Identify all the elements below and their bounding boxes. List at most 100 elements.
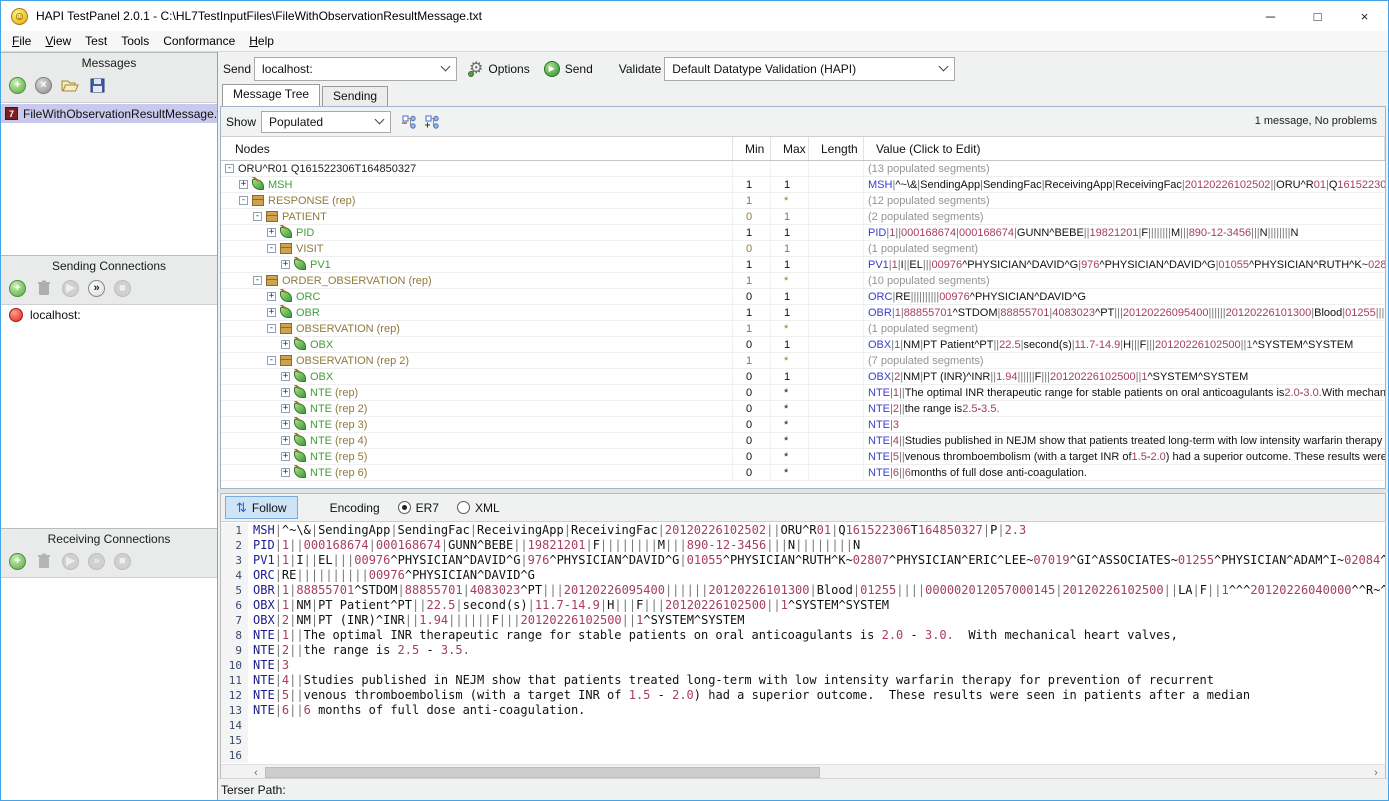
value-cell[interactable]: OBR|1|88855701^STDOM|88855701|4083023^PT… [864,305,1385,320]
tree-row[interactable]: +NTE(rep 4)0*NTE|4||Studies published in… [221,433,1385,449]
column-value[interactable]: Value (Click to Edit) [864,137,1385,160]
tree-toggle[interactable]: + [281,420,290,429]
editor-line[interactable]: 13NTE|6||6 months of full dose anti-coag… [221,703,1385,718]
start-sending-button[interactable]: ▶ [62,280,79,297]
value-cell[interactable]: NTE|2||the range is 2.5 - 3.5. [864,401,1385,416]
column-min[interactable]: Min [733,137,771,160]
line-content[interactable] [248,718,253,733]
editor-line[interactable]: 3PV1|1|I||EL|||00976^PHYSICIAN^DAVID^G|9… [221,553,1385,568]
stop-sending-button[interactable]: ■ [114,280,131,297]
editor-line[interactable]: 8NTE|1||The optimal INR therapeutic rang… [221,628,1385,643]
editor-line[interactable]: 7OBX|2|NM|PT (INR)^INR||1.94||||||F|||20… [221,613,1385,628]
tree-toggle[interactable]: + [267,308,276,317]
add-sending-connection-button[interactable]: + [9,280,26,297]
horizontal-scrollbar[interactable]: ‹ › [221,764,1385,779]
tree-row[interactable]: -VISIT01(1 populated segment) [221,241,1385,257]
tree-toggle[interactable]: + [281,452,290,461]
value-cell[interactable]: (12 populated segments) [864,193,1385,208]
tree-row[interactable]: -ORU^R01 Q161522306T164850327(13 populat… [221,161,1385,177]
editor-line[interactable]: 15 [221,733,1385,748]
tree-toggle[interactable]: - [225,164,234,173]
start-all-receiving-button[interactable]: » [88,553,105,570]
tree-row[interactable]: +PV111PV1|1|I||EL|||00976^PHYSICIAN^DAVI… [221,257,1385,273]
tree-row[interactable]: -ORDER_OBSERVATION(rep)1*(10 populated s… [221,273,1385,289]
editor-line[interactable]: 4ORC|RE||||||||||00976^PHYSICIAN^DAVID^G [221,568,1385,583]
add-message-button[interactable]: + [9,77,26,94]
tree-row[interactable]: -OBSERVATION(rep 2)1*(7 populated segmen… [221,353,1385,369]
start-receiving-button[interactable]: ▶ [62,553,79,570]
tree-toggle[interactable]: - [267,356,276,365]
editor-line[interactable]: 16 [221,748,1385,763]
line-content[interactable]: OBR|1|88855701^STDOM|88855701|4083023^PT… [248,583,1385,598]
line-content[interactable]: OBX|2|NM|PT (INR)^INR||1.94||||||F|||201… [248,613,745,628]
send-play-icon[interactable]: ▶ [544,61,560,77]
value-cell[interactable]: (13 populated segments) [864,161,1385,176]
tree-row[interactable]: -RESPONSE(rep)1*(12 populated segments) [221,193,1385,209]
value-cell[interactable]: (1 populated segment) [864,241,1385,256]
options-button[interactable]: Options [488,62,529,76]
tree-toggle[interactable]: - [253,276,262,285]
close-message-button[interactable]: × [35,77,52,94]
options-gear-icon[interactable]: ⚙ [469,61,483,77]
column-max[interactable]: Max [771,137,809,160]
encoding-xml-option[interactable]: XML [457,501,500,515]
tree-toggle[interactable]: + [281,436,290,445]
scrollbar-thumb[interactable] [265,767,820,778]
collapse-all-button[interactable] [400,113,418,131]
editor-line[interactable]: 1MSH|^~\&|SendingApp|SendingFac|Receivin… [221,523,1385,538]
line-content[interactable]: NTE|6||6 months of full dose anti-coagul… [248,703,585,718]
value-cell[interactable]: ORC|RE||||||||||00976^PHYSICIAN^DAVID^G [864,289,1385,304]
tree-row[interactable]: +OBX01OBX|1|NM|PT Patient^PT||22.5|secon… [221,337,1385,353]
tree-toggle[interactable]: - [267,244,276,253]
line-content[interactable]: OBX|1|NM|PT Patient^PT||22.5|second(s)|1… [248,598,889,613]
delete-sending-connection-button[interactable] [35,279,53,297]
line-content[interactable]: ORC|RE||||||||||00976^PHYSICIAN^DAVID^G [248,568,535,583]
close-button[interactable]: × [1341,1,1388,31]
value-cell[interactable]: NTE|4||Studies published in NEJM show th… [864,433,1385,448]
stop-receiving-button[interactable]: ■ [114,553,131,570]
tree-row[interactable]: +MSH11MSH|^~\&|SendingApp|SendingFac|Rec… [221,177,1385,193]
tree-row[interactable]: +OBR11OBR|1|88855701^STDOM|88855701|4083… [221,305,1385,321]
editor-line[interactable]: 11NTE|4||Studies published in NEJM show … [221,673,1385,688]
save-message-button[interactable] [88,76,106,94]
value-cell[interactable]: (7 populated segments) [864,353,1385,368]
editor-line[interactable]: 5OBR|1|88855701^STDOM|88855701|4083023^P… [221,583,1385,598]
line-content[interactable]: NTE|2||the range is 2.5 - 3.5. [248,643,470,658]
delete-receiving-connection-button[interactable] [35,552,53,570]
editor-line[interactable]: 6OBX|1|NM|PT Patient^PT||22.5|second(s)|… [221,598,1385,613]
tree-toggle[interactable]: + [267,292,276,301]
tree-row[interactable]: +NTE(rep 5)0*NTE|5||venous thromboemboli… [221,449,1385,465]
tree-toggle[interactable]: + [281,372,290,381]
tree-toggle[interactable]: - [267,324,276,333]
menu-help[interactable]: Help [242,32,281,50]
menu-file[interactable]: File [5,32,38,50]
value-cell[interactable]: (2 populated segments) [864,209,1385,224]
value-cell[interactable]: PV1|1|I||EL|||00976^PHYSICIAN^DAVID^G|97… [864,257,1385,272]
menu-test[interactable]: Test [78,32,114,50]
editor-line[interactable]: 10NTE|3 [221,658,1385,673]
editor-line[interactable]: 9NTE|2||the range is 2.5 - 3.5. [221,643,1385,658]
send-target-combobox[interactable]: localhost: [254,57,457,81]
line-content[interactable]: NTE|1||The optimal INR therapeutic range… [248,628,1178,643]
line-content[interactable] [248,748,253,763]
value-cell[interactable]: (1 populated segment) [864,321,1385,336]
tree-row[interactable]: +OBX01OBX|2|NM|PT (INR)^INR||1.94||||||F… [221,369,1385,385]
follow-toggle-button[interactable]: ⇅ Follow [225,496,298,519]
show-combobox[interactable]: Populated [261,111,391,133]
tree-toggle[interactable]: + [281,260,290,269]
value-cell[interactable]: NTE|5||venous thromboembolism (with a ta… [864,449,1385,464]
editor-line[interactable]: 14 [221,718,1385,733]
value-cell[interactable]: OBX|1|NM|PT Patient^PT||22.5|second(s)|1… [864,337,1385,352]
tree-row[interactable]: +NTE(rep 3)0*NTE|3 [221,417,1385,433]
line-content[interactable]: MSH|^~\&|SendingApp|SendingFac|Receiving… [248,523,1026,538]
add-receiving-connection-button[interactable]: + [9,553,26,570]
value-cell[interactable]: PID|1||000168674|000168674|GUNN^BEBE||19… [864,225,1385,240]
open-file-button[interactable] [61,76,79,94]
line-content[interactable]: NTE|3 [248,658,289,673]
line-content[interactable]: NTE|5||venous thromboembolism (with a ta… [248,688,1250,703]
tree-row[interactable]: +NTE(rep)0*NTE|1||The optimal INR therap… [221,385,1385,401]
menu-tools[interactable]: Tools [114,32,156,50]
value-cell[interactable]: (10 populated segments) [864,273,1385,288]
tree-toggle[interactable]: + [267,228,276,237]
line-content[interactable]: PV1|1|I||EL|||00976^PHYSICIAN^DAVID^G|97… [248,553,1385,568]
